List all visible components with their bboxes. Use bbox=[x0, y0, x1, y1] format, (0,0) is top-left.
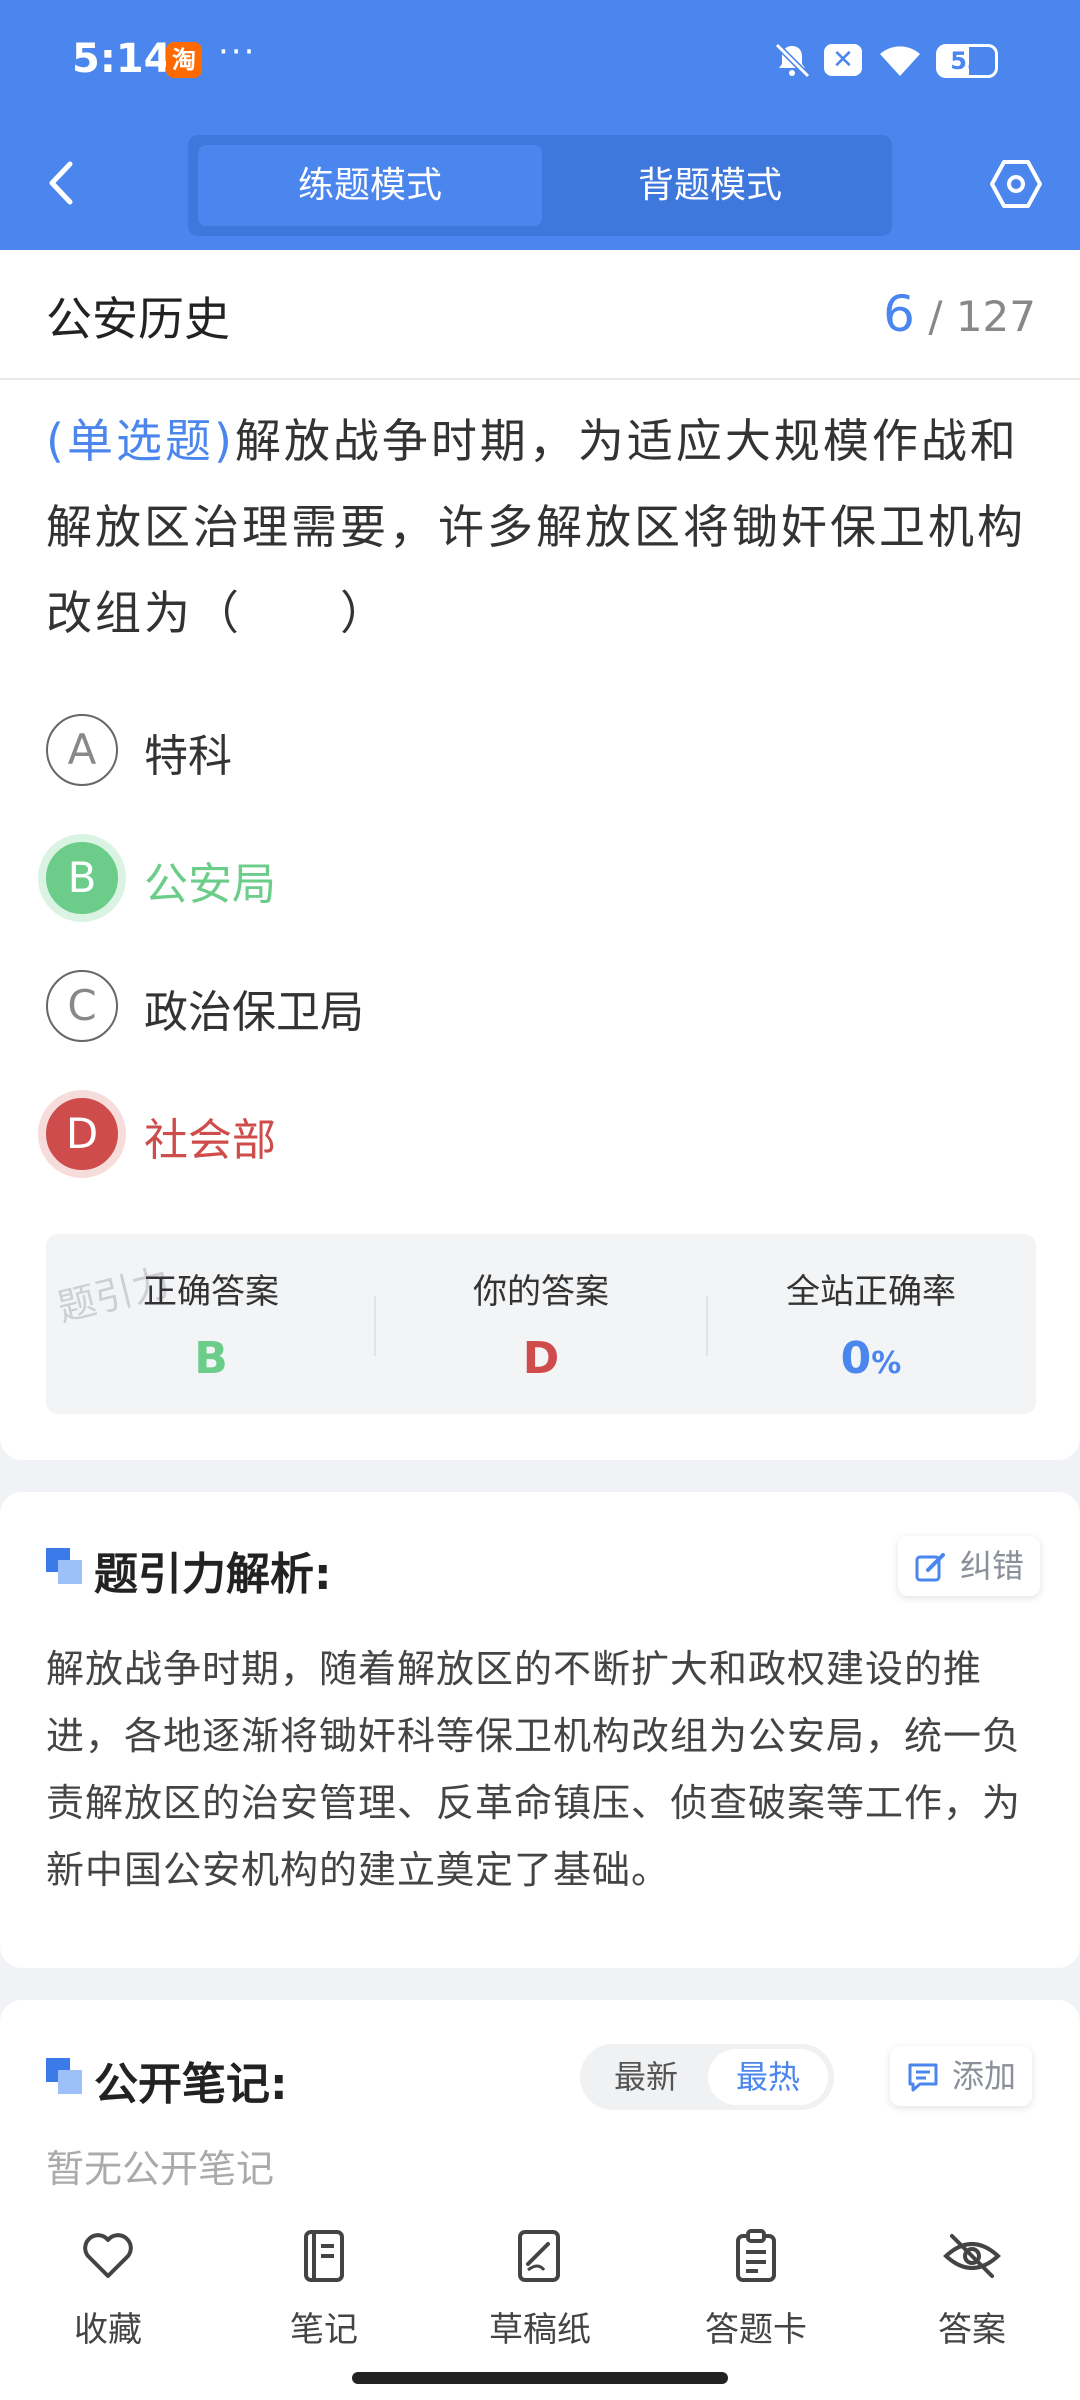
divider bbox=[0, 378, 1080, 380]
draft-paper-button[interactable]: 草稿纸 bbox=[460, 2226, 620, 2351]
edit-icon bbox=[915, 1553, 945, 1582]
mode-switch: 练题模式 背题模式 bbox=[188, 135, 892, 236]
question-type: (单选题) bbox=[46, 414, 235, 468]
your-answer-title: 你的答案 bbox=[473, 1272, 609, 1312]
current-question-number: 6 bbox=[883, 285, 915, 343]
accuracy-block: 全站正确率 0% bbox=[706, 1264, 1036, 1384]
accuracy-value: 0% bbox=[706, 1333, 1036, 1384]
option-c[interactable]: C 政治保卫局 bbox=[46, 970, 946, 1042]
clipboard-icon bbox=[736, 2229, 776, 2282]
correct-answer-value: B bbox=[194, 1333, 228, 1384]
option-label: 政治保卫局 bbox=[144, 987, 364, 1038]
battery-level: 53 bbox=[950, 47, 984, 75]
question-text: (单选题)解放战争时期，为适应大规模作战和解放区治理需要，许多解放区将锄奸保卫机… bbox=[46, 398, 1036, 656]
option-letter: B bbox=[46, 842, 118, 914]
favorite-label: 收藏 bbox=[74, 2310, 142, 2350]
option-d[interactable]: D 社会部 bbox=[46, 1098, 946, 1170]
notes-title: 公开笔记: bbox=[94, 2059, 288, 2110]
draft-icon bbox=[518, 2230, 560, 2282]
sort-latest-tab[interactable]: 最新 bbox=[586, 2049, 706, 2105]
status-time: 5:14 bbox=[72, 36, 172, 82]
your-answer-block: 你的答案 D bbox=[376, 1264, 706, 1384]
home-indicator[interactable] bbox=[352, 2372, 728, 2384]
option-letter: D bbox=[46, 1098, 118, 1170]
subject-title: 公安历史 bbox=[46, 292, 230, 346]
analysis-title: 题引力解析: bbox=[94, 1549, 332, 1600]
section-square-icon bbox=[46, 1548, 82, 1584]
notebook-icon bbox=[304, 2230, 344, 2282]
option-letter: C bbox=[46, 970, 118, 1042]
answer-sheet-label: 答题卡 bbox=[705, 2310, 807, 2350]
bell-muted-icon bbox=[774, 42, 811, 79]
favorite-button[interactable]: 收藏 bbox=[28, 2226, 188, 2351]
add-note-label: 添加 bbox=[952, 2057, 1017, 2095]
more-notifications-icon: ··· bbox=[218, 32, 257, 72]
wifi-icon bbox=[880, 46, 920, 76]
status-bar: 5:14 淘 ··· ✕ 53 bbox=[0, 0, 1080, 125]
app-header: 5:14 淘 ··· ✕ 53 练题模式 背题模式 bbox=[0, 0, 1080, 250]
close-badge-icon: ✕ bbox=[824, 44, 862, 76]
add-note-button[interactable]: 添加 bbox=[890, 2046, 1033, 2106]
answer-summary: 题引力 正确答案 B 你的答案 D 全站正确率 0% bbox=[46, 1234, 1036, 1414]
accuracy-title: 全站正确率 bbox=[786, 1272, 956, 1312]
sort-hot-tab[interactable]: 最热 bbox=[708, 2049, 828, 2105]
accuracy-unit: % bbox=[871, 1346, 902, 1381]
analysis-text: 解放战争时期，随着解放区的不断扩大和政权建设的推进，各地逐渐将锄奸科等保卫机构改… bbox=[46, 1647, 1022, 1892]
accuracy-number: 0 bbox=[840, 1333, 872, 1384]
correct-answer-title: 正确答案 bbox=[143, 1272, 279, 1312]
eye-off-icon bbox=[943, 2234, 1001, 2278]
back-arrow-icon[interactable] bbox=[42, 158, 82, 208]
notes-button[interactable]: 笔记 bbox=[244, 2226, 404, 2351]
your-answer-value: D bbox=[522, 1333, 560, 1384]
comment-icon bbox=[908, 2063, 938, 2092]
answer-sheet-button[interactable]: 答题卡 bbox=[676, 2226, 836, 2351]
empty-notes-text: 暂无公开笔记 bbox=[46, 2147, 275, 2191]
report-error-label: 纠错 bbox=[960, 1547, 1025, 1585]
heart-icon bbox=[83, 2233, 133, 2278]
option-b[interactable]: B 公安局 bbox=[46, 842, 946, 914]
section-square-icon bbox=[46, 2058, 82, 2094]
correct-answer-block: 正确答案 B bbox=[46, 1264, 376, 1384]
taobao-notification-icon: 淘 bbox=[166, 42, 202, 78]
question-progress: 6 / 127 bbox=[883, 285, 1036, 343]
notes-sort-switch: 最新 最热 bbox=[580, 2044, 834, 2110]
draft-paper-label: 草稿纸 bbox=[489, 2310, 591, 2350]
option-letter: A bbox=[46, 714, 118, 786]
tab-practice-mode[interactable]: 练题模式 bbox=[198, 145, 542, 226]
report-error-button[interactable]: 纠错 bbox=[898, 1536, 1041, 1596]
total-questions: / 127 bbox=[928, 292, 1036, 341]
settings-hexagon-icon[interactable] bbox=[990, 158, 1042, 210]
battery-icon: 53 bbox=[936, 44, 998, 78]
option-label: 社会部 bbox=[144, 1115, 276, 1166]
option-label: 公安局 bbox=[144, 859, 276, 910]
option-a[interactable]: A 特科 bbox=[46, 714, 946, 786]
show-answer-label: 答案 bbox=[938, 2310, 1006, 2350]
tab-memorize-mode[interactable]: 背题模式 bbox=[538, 145, 882, 226]
notes-label: 笔记 bbox=[290, 2310, 358, 2350]
show-answer-button[interactable]: 答案 bbox=[892, 2226, 1052, 2351]
option-label: 特科 bbox=[144, 731, 232, 782]
